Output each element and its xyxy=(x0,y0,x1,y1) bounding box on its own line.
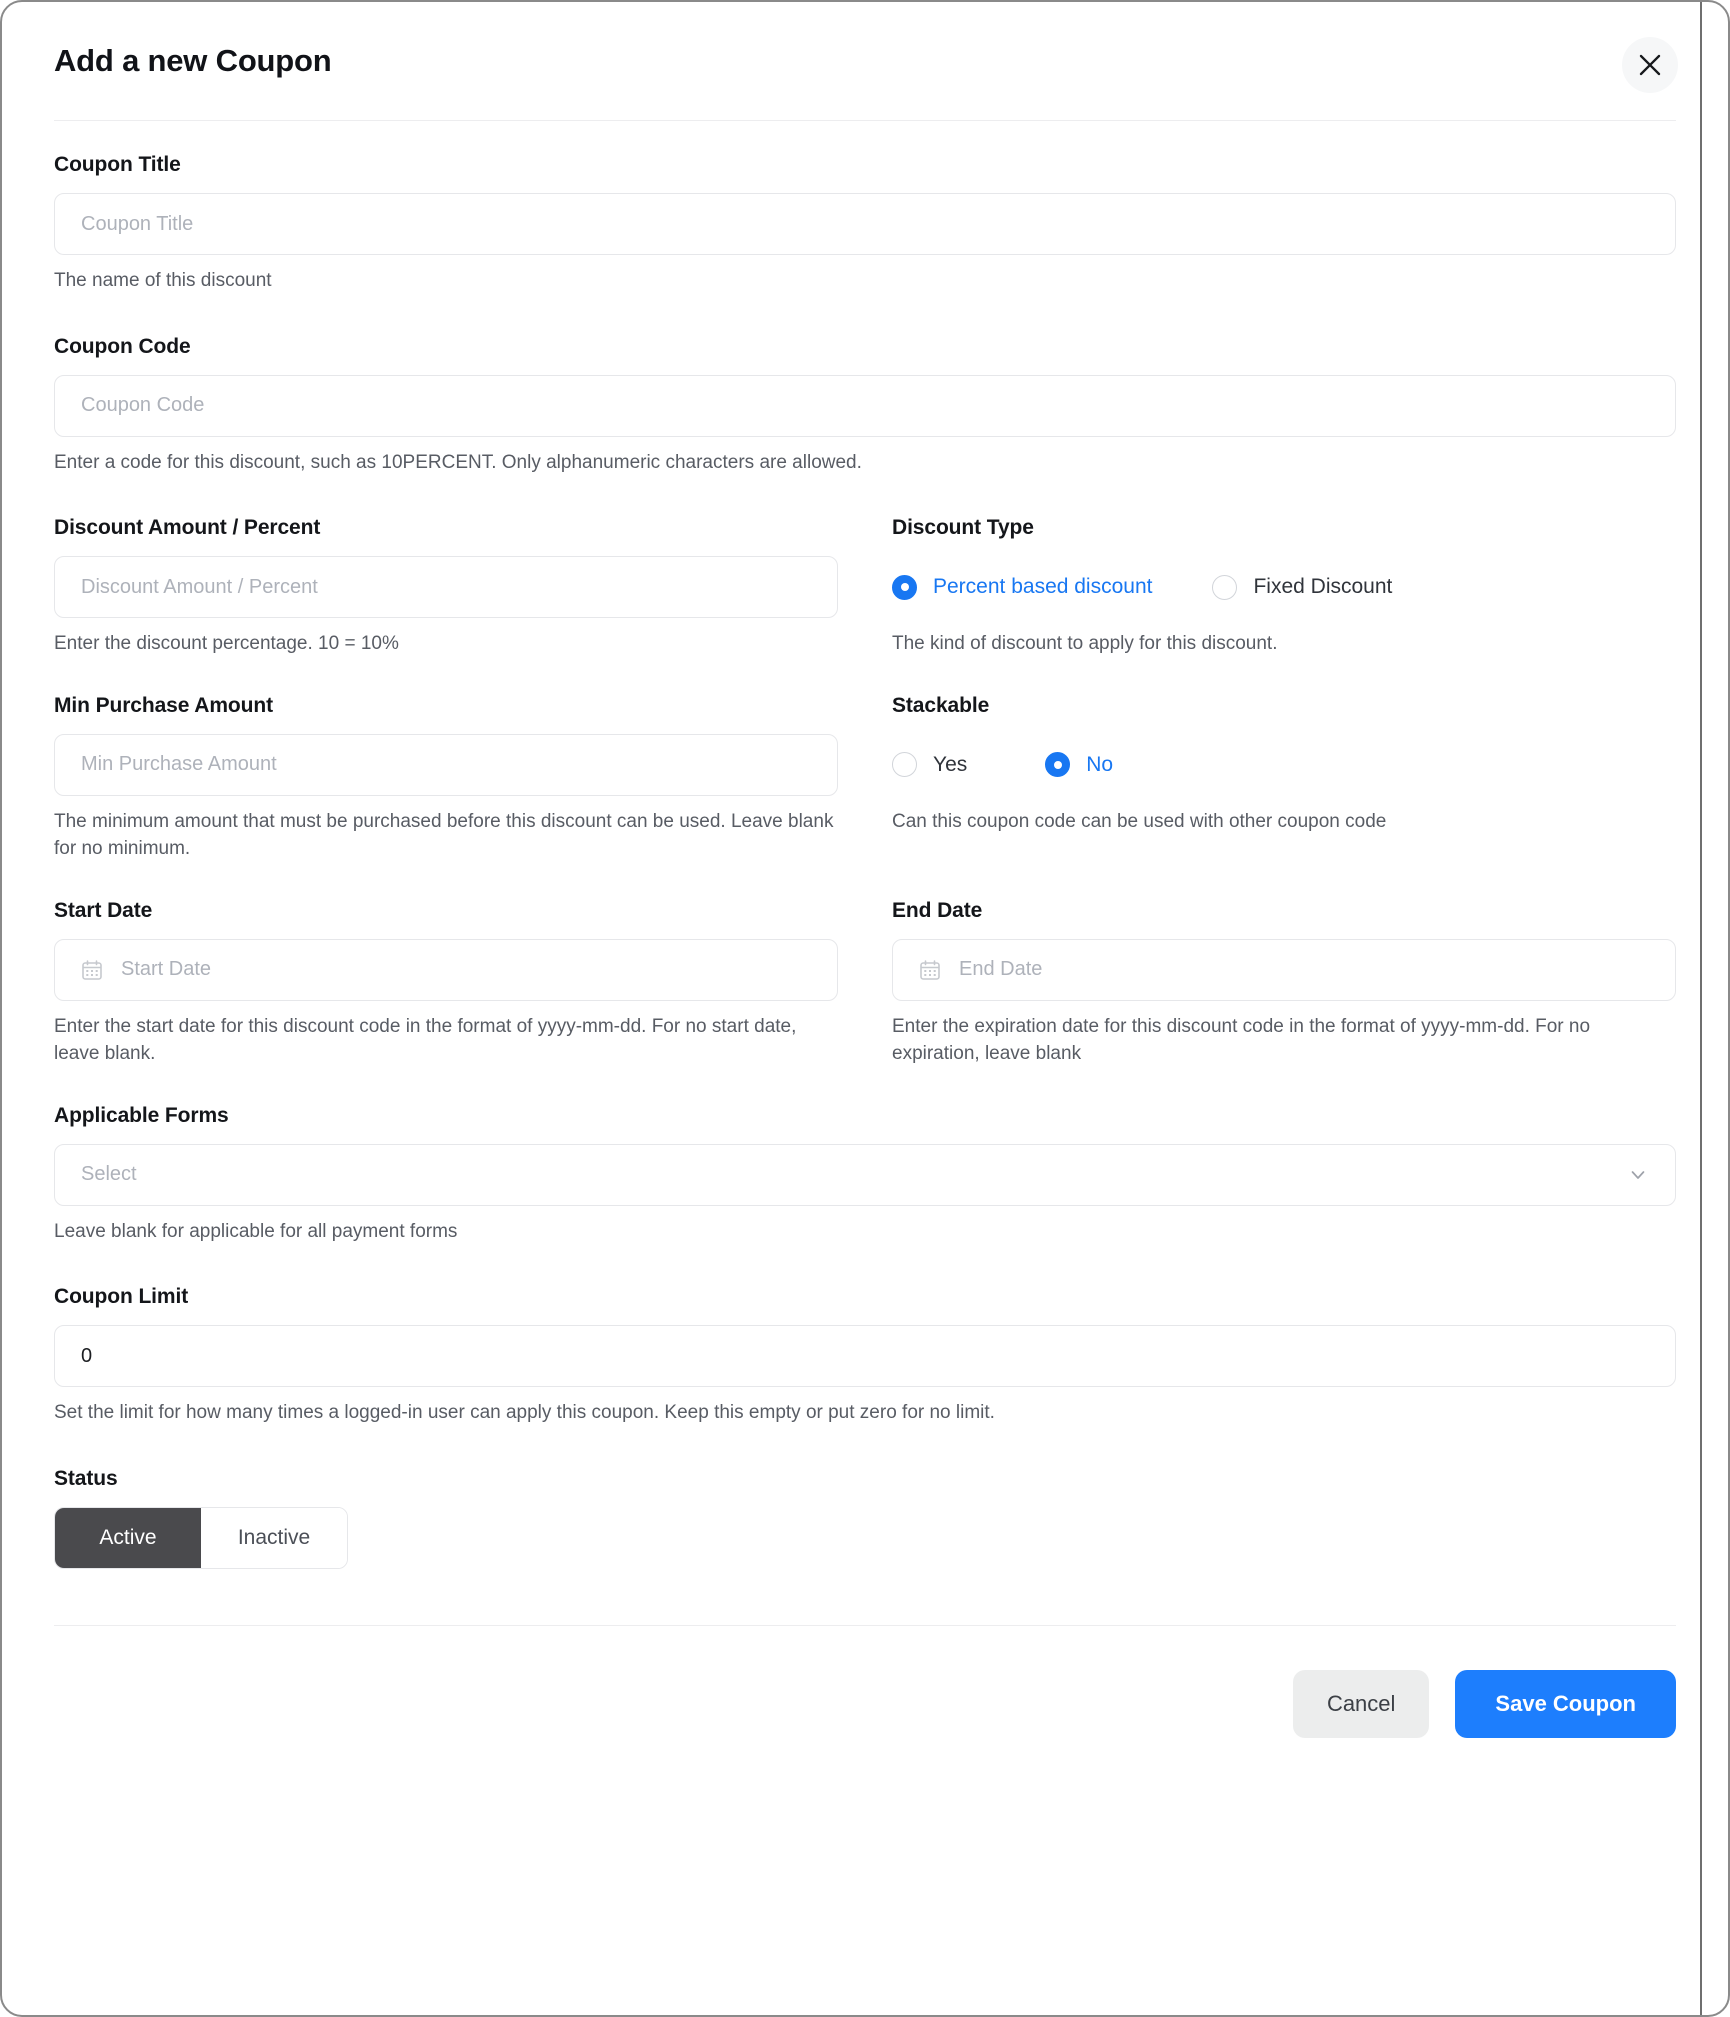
stackable-label: Stackable xyxy=(892,693,990,717)
start-date-input[interactable] xyxy=(54,938,838,1001)
discount-amount-label: Discount Amount / Percent xyxy=(54,516,321,540)
field-end-date: End Date End Date Enter the expiration d… xyxy=(892,899,1676,1068)
applicable-forms-help: Leave blank for applicable for all payme… xyxy=(54,1220,458,1242)
modal-header: Add a new Coupon xyxy=(2,2,1728,120)
applicable-forms-label: Applicable Forms xyxy=(54,1103,229,1127)
radio-label-yes: Yes xyxy=(933,752,968,776)
radio-label-no: No xyxy=(1086,752,1114,776)
field-start-date: Start Date Start Date Enter the start da… xyxy=(54,899,838,1068)
radio-unselected-icon xyxy=(892,752,917,778)
page-title: Add a new Coupon xyxy=(54,43,332,78)
discount-amount-input[interactable] xyxy=(54,556,838,619)
discount-type-radio-group: Percent based discount Fixed Discount xyxy=(892,556,1676,618)
applicable-forms-select[interactable]: Select xyxy=(54,1143,1676,1206)
coupon-title-label: Coupon Title xyxy=(54,153,181,176)
coupon-title-input[interactable] xyxy=(54,193,1676,255)
coupon-code-label: Coupon Code xyxy=(54,334,191,358)
discount-amount-help: Enter the discount percentage. 10 = 10% xyxy=(54,633,399,655)
field-stackable: Stackable Yes No Can this coupon code ca… xyxy=(892,694,1676,863)
radio-stackable-no[interactable]: No xyxy=(1045,752,1114,778)
cancel-button[interactable]: Cancel xyxy=(1292,1669,1430,1738)
close-icon xyxy=(1637,52,1663,78)
add-coupon-modal: Add a new Coupon Coupon Title The name o… xyxy=(0,0,1730,2017)
coupon-title-help: The name of this discount xyxy=(54,270,272,291)
radio-percent-based-discount[interactable]: Percent based discount xyxy=(892,574,1153,600)
status-inactive-button[interactable]: Inactive xyxy=(201,1507,347,1568)
coupon-limit-label: Coupon Limit xyxy=(54,1285,189,1309)
stackable-radio-group: Yes No xyxy=(892,734,1676,796)
radio-selected-icon xyxy=(892,574,917,600)
stackable-help: Can this coupon code can be used with ot… xyxy=(892,810,1387,832)
row-dates: Start Date Start Date Enter the start da… xyxy=(54,899,1676,1068)
start-date-help: Enter the start date for this discount c… xyxy=(54,1015,797,1065)
coupon-limit-help: Set the limit for how many times a logge… xyxy=(54,1402,995,1424)
status-segmented-control: Active Inactive xyxy=(54,1506,348,1569)
field-coupon-code: Coupon Code Enter a code for this discou… xyxy=(54,335,1676,477)
radio-selected-icon xyxy=(1045,752,1071,778)
field-applicable-forms: Applicable Forms Select Leave blank for … xyxy=(54,1104,1676,1246)
coupon-limit-input[interactable] xyxy=(54,1325,1676,1388)
radio-unselected-icon xyxy=(1212,574,1238,600)
status-active-button[interactable]: Active xyxy=(55,1507,201,1568)
field-discount-type: Discount Type Percent based discount Fix… xyxy=(892,516,1676,658)
end-date-label: End Date xyxy=(892,898,983,922)
modal-body: Coupon Title The name of this discount C… xyxy=(2,121,1728,1569)
coupon-code-help: Enter a code for this discount, such as … xyxy=(54,451,862,473)
chevron-down-icon xyxy=(1627,1164,1649,1186)
status-label: Status xyxy=(54,1466,118,1490)
row-discount: Discount Amount / Percent Enter the disc… xyxy=(54,516,1676,658)
row-min-purchase: Min Purchase Amount The minimum amount t… xyxy=(54,694,1676,863)
field-coupon-limit: Coupon Limit Set the limit for how many … xyxy=(54,1285,1676,1427)
field-discount-amount: Discount Amount / Percent Enter the disc… xyxy=(54,516,838,658)
discount-type-help: The kind of discount to apply for this d… xyxy=(892,633,1278,655)
close-button[interactable] xyxy=(1622,37,1678,93)
radio-label-percent: Percent based discount xyxy=(933,575,1153,599)
min-purchase-label: Min Purchase Amount xyxy=(54,693,274,717)
radio-label-fixed: Fixed Discount xyxy=(1253,575,1393,599)
coupon-code-input[interactable] xyxy=(54,374,1676,437)
min-purchase-input[interactable] xyxy=(54,733,838,796)
end-date-help: Enter the expiration date for this disco… xyxy=(892,1015,1591,1065)
field-coupon-title: Coupon Title The name of this discount xyxy=(54,153,1676,295)
applicable-forms-placeholder: Select xyxy=(81,1163,137,1186)
field-status: Status Active Inactive xyxy=(54,1467,1676,1569)
radio-fixed-discount[interactable]: Fixed Discount xyxy=(1212,574,1393,600)
field-min-purchase: Min Purchase Amount The minimum amount t… xyxy=(54,694,838,863)
scrollbar[interactable] xyxy=(1700,2,1702,2015)
save-coupon-button[interactable]: Save Coupon xyxy=(1455,1669,1676,1738)
radio-stackable-yes[interactable]: Yes xyxy=(892,752,968,778)
modal-footer: Cancel Save Coupon xyxy=(2,1626,1728,1738)
min-purchase-help: The minimum amount that must be purchase… xyxy=(54,810,834,860)
discount-type-label: Discount Type xyxy=(892,516,1034,540)
end-date-input[interactable] xyxy=(892,938,1676,1001)
start-date-label: Start Date xyxy=(54,898,153,922)
